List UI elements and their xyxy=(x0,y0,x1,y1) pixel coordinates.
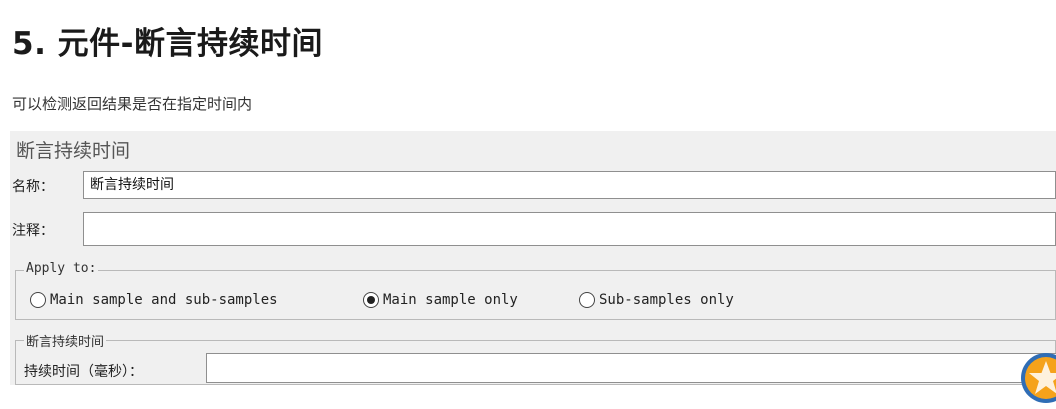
radio-label: Sub-samples only xyxy=(599,292,734,308)
radio-unchecked-icon[interactable] xyxy=(30,292,46,308)
radio-sub-samples-only[interactable]: Sub-samples only xyxy=(579,292,734,308)
radio-label: Main sample only xyxy=(383,292,518,308)
duration-assertion-panel: 断言持续时间 名称： 断言持续时间 注释： Apply to: Main sam… xyxy=(10,131,1056,385)
radio-main-and-sub-samples[interactable]: Main sample and sub-samples xyxy=(30,292,278,308)
radio-checked-icon[interactable] xyxy=(363,292,379,308)
apply-to-legend: Apply to: xyxy=(24,261,99,276)
star-logo-icon xyxy=(1020,352,1056,404)
duration-field[interactable] xyxy=(206,353,1056,383)
apply-to-group: Apply to: Main sample and sub-samples Ma… xyxy=(15,261,1056,320)
panel-title: 断言持续时间 xyxy=(16,140,131,162)
comment-label: 注释： xyxy=(12,223,54,239)
duration-label: 持续时间（毫秒）： xyxy=(24,364,143,380)
radio-main-sample-only[interactable]: Main sample only xyxy=(363,292,518,308)
slide-description: 可以检测返回结果是否在指定时间内 xyxy=(12,95,253,113)
comment-field[interactable] xyxy=(83,212,1056,246)
name-field[interactable]: 断言持续时间 xyxy=(83,171,1056,199)
duration-group-legend: 断言持续时间 xyxy=(24,331,107,350)
slide-title: 5. 元件-断言持续时间 xyxy=(12,26,324,62)
name-label: 名称： xyxy=(12,179,54,195)
duration-group: 断言持续时间 持续时间（毫秒）： xyxy=(15,331,1056,385)
radio-label: Main sample and sub-samples xyxy=(50,292,278,308)
radio-unchecked-icon[interactable] xyxy=(579,292,595,308)
